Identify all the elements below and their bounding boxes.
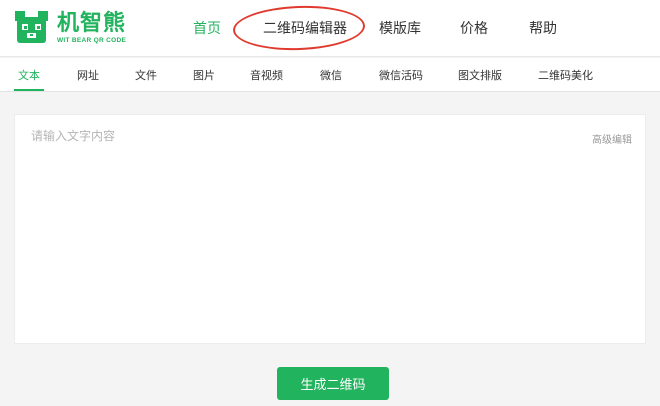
brand-logo[interactable]: 机智熊 WIT BEAR QR CODE [14,10,126,45]
brand-tagline: WIT BEAR QR CODE [57,36,127,44]
text-editor-panel: 高级编辑 [14,114,646,344]
tab-wechat-live-code[interactable]: 微信活码 [379,67,423,83]
tab-text[interactable]: 文本 [18,67,40,83]
active-tab-indicator [14,89,44,91]
generate-qr-button[interactable]: 生成二维码 [277,367,389,400]
nav-home[interactable]: 首页 [193,18,221,38]
tab-audio-video[interactable]: 音视频 [250,67,283,83]
tab-layout[interactable]: 图文排版 [458,67,502,83]
nav-templates[interactable]: 模版库 [379,18,421,38]
top-navigation-bar: 机智熊 WIT BEAR QR CODE 首页 二维码编辑器 模版库 价格 帮助 [0,0,660,57]
content-type-tabs: 文本 网址 文件 图片 音视频 微信 微信活码 图文排版 二维码美化 [0,58,660,92]
brand-text: 机智熊 WIT BEAR QR CODE [57,10,127,44]
tab-file[interactable]: 文件 [135,67,157,83]
brand-name: 机智熊 [57,10,127,36]
nav-pricing[interactable]: 价格 [460,18,488,38]
nav-help[interactable]: 帮助 [529,18,557,38]
tab-wechat[interactable]: 微信 [320,67,342,83]
advanced-edit-link[interactable]: 高级编辑 [592,131,632,146]
tab-image[interactable]: 图片 [193,67,215,83]
text-content-input[interactable] [31,127,571,327]
red-annotation-circle [232,3,366,53]
tab-url[interactable]: 网址 [77,67,99,83]
bear-logo-icon [15,11,48,43]
tab-qr-beautify[interactable]: 二维码美化 [538,67,593,83]
